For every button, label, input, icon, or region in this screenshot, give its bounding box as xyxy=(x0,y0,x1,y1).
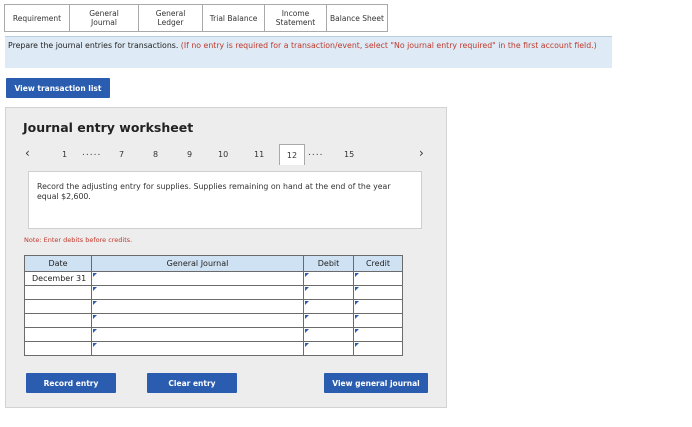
date-cell xyxy=(24,327,92,342)
debit-input[interactable] xyxy=(303,341,354,356)
date-value xyxy=(25,316,32,325)
debit-input[interactable] xyxy=(303,299,354,314)
date-value xyxy=(25,330,32,339)
pager-ellipsis-left: ..... xyxy=(82,148,102,158)
credit-input[interactable] xyxy=(353,313,403,328)
pager-item-10[interactable]: 10 xyxy=(218,150,228,159)
date-cell xyxy=(24,285,92,300)
view-general-journal-button[interactable]: View general journal xyxy=(324,373,428,393)
clear-entry-button[interactable]: Clear entry xyxy=(147,373,237,393)
credit-input[interactable] xyxy=(353,299,403,314)
date-value xyxy=(25,288,32,297)
date-value: December 31 xyxy=(32,274,87,283)
instructions-banner: Prepare the journal entries for transact… xyxy=(5,36,612,68)
debit-input[interactable] xyxy=(303,327,354,342)
column-header-general-journal: General Journal xyxy=(91,255,304,272)
debit-input[interactable] xyxy=(303,313,354,328)
column-header-date: Date xyxy=(24,255,92,272)
record-entry-button[interactable]: Record entry xyxy=(26,373,116,393)
table-row xyxy=(24,299,403,314)
journal-entry-worksheet: Journal entry worksheet ‹ 1 ..... 7 8 9 … xyxy=(5,107,447,408)
pager-item-7[interactable]: 7 xyxy=(119,150,124,159)
account-select[interactable] xyxy=(91,341,304,356)
account-select[interactable] xyxy=(91,271,304,286)
pager-next-icon[interactable]: › xyxy=(419,146,424,160)
credit-input[interactable] xyxy=(353,341,403,356)
debit-input[interactable] xyxy=(303,271,354,286)
date-cell xyxy=(24,341,92,356)
account-select[interactable] xyxy=(91,313,304,328)
date-cell xyxy=(24,313,92,328)
pager-item-current[interactable]: 12 xyxy=(279,144,305,165)
pager-item-8[interactable]: 8 xyxy=(153,150,158,159)
credit-input[interactable] xyxy=(353,327,403,342)
account-select[interactable] xyxy=(91,285,304,300)
debit-credit-note: Note: Enter debits before credits. xyxy=(24,236,133,244)
worksheet-title: Journal entry worksheet xyxy=(23,120,194,135)
credit-input[interactable] xyxy=(353,271,403,286)
tab-trial-balance[interactable]: Trial Balance xyxy=(202,4,264,32)
pager-item-15[interactable]: 15 xyxy=(344,150,354,159)
pager-item-9[interactable]: 9 xyxy=(187,150,192,159)
table-row xyxy=(24,341,403,356)
table-row xyxy=(24,313,403,328)
account-select[interactable] xyxy=(91,327,304,342)
tab-general-ledger[interactable]: General Ledger xyxy=(138,4,202,32)
instructions-text: Prepare the journal entries for transact… xyxy=(8,41,179,50)
instructions-note: (If no entry is required for a transacti… xyxy=(180,41,597,50)
pager-ellipsis-right: .... xyxy=(308,148,324,158)
date-cell xyxy=(24,299,92,314)
tab-general-journal[interactable]: General Journal xyxy=(69,4,138,32)
tab-bar: Requirement General Journal General Ledg… xyxy=(4,4,388,32)
pager-item-1[interactable]: 1 xyxy=(62,150,67,159)
column-header-debit: Debit xyxy=(303,255,354,272)
table-row xyxy=(24,285,403,300)
debit-input[interactable] xyxy=(303,285,354,300)
tab-income-statement[interactable]: Income Statement xyxy=(264,4,326,32)
credit-input[interactable] xyxy=(353,285,403,300)
account-select[interactable] xyxy=(91,299,304,314)
date-value xyxy=(25,344,32,353)
date-value xyxy=(25,302,32,311)
view-transaction-list-button[interactable]: View transaction list xyxy=(6,78,110,98)
table-row: December 31 xyxy=(24,271,403,286)
table-row xyxy=(24,327,403,342)
entry-pager: ‹ 1 ..... 7 8 9 10 11 12 .... 15 › xyxy=(6,144,446,166)
pager-prev-icon[interactable]: ‹ xyxy=(25,146,30,160)
pager-item-11[interactable]: 11 xyxy=(254,150,264,159)
journal-table: Date General Journal Debit Credit Decemb… xyxy=(24,255,403,356)
date-cell: December 31 xyxy=(24,271,92,286)
tab-requirement[interactable]: Requirement xyxy=(4,4,69,32)
transaction-prompt: Record the adjusting entry for supplies.… xyxy=(28,171,422,229)
column-header-credit: Credit xyxy=(353,255,403,272)
tab-balance-sheet[interactable]: Balance Sheet xyxy=(326,4,388,32)
